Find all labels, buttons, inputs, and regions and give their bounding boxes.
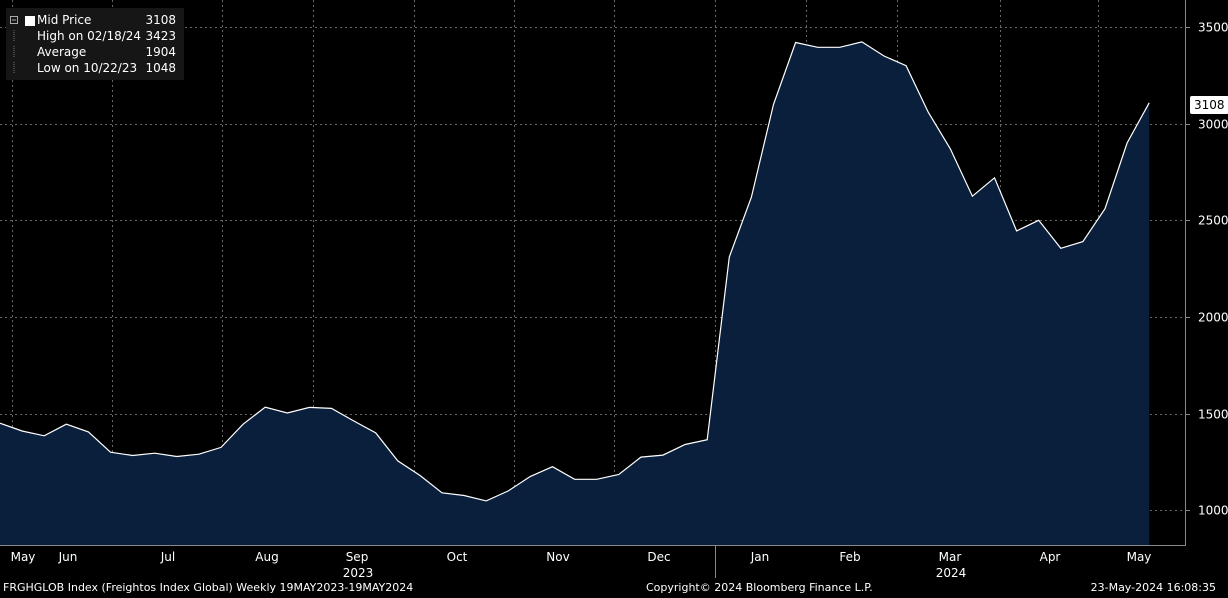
legend-item-low: Low on 10/22/23 1048: [6, 60, 184, 76]
last-value-badge: 3108: [1190, 96, 1228, 114]
legend-label: Mid Price: [37, 13, 92, 27]
legend-value: 3108: [145, 13, 176, 27]
legend-item-high: High on 02/18/24 3423: [6, 28, 184, 44]
legend-label: Low on 10/22/23: [37, 61, 138, 75]
legend-label: Average: [37, 45, 87, 59]
y-tick-label: 2000: [1198, 311, 1228, 325]
x-tick-label: Jun: [58, 550, 78, 564]
x-tick-label: May: [1127, 550, 1152, 564]
legend-label: High on 02/18/24: [37, 29, 142, 43]
high-marker-icon: [13, 30, 15, 42]
y-tick-label: 2500: [1198, 214, 1228, 228]
year-label: 2023: [343, 566, 374, 580]
x-tick-label: Aug: [255, 550, 278, 564]
series-swatch: [25, 16, 35, 26]
y-tick-label: 3000: [1198, 118, 1228, 132]
x-tick-label: Nov: [546, 550, 569, 564]
price-area: [0, 41, 1150, 546]
legend: Mid Price 3108 High on 02/18/24 3423 Ave…: [6, 8, 184, 80]
footer-copyright: Copyright© 2024 Bloomberg Finance L.P.: [646, 581, 873, 594]
x-tick-label: Apr: [1040, 550, 1061, 564]
price-chart: 1000 1500 2000 2500 3000 3500 May Jun Jul Aug Sep…: [0, 0, 1228, 580]
footer-security: FRGHGLOB Index (Freightos Index Global) …: [3, 581, 414, 594]
footer-timestamp: 23-May-2024 16:08:35: [1090, 581, 1216, 594]
collapse-icon[interactable]: [10, 14, 24, 26]
legend-value: 1904: [145, 45, 176, 59]
y-tick-label: 1000: [1198, 504, 1228, 518]
y-tick-label: 1500: [1198, 408, 1228, 422]
x-tick-label: Feb: [839, 550, 860, 564]
average-marker-icon: [13, 46, 15, 58]
x-axis: May Jun Jul Aug Sep Oct Nov Dec Jan Feb Mar Apr May 2…: [11, 550, 1152, 580]
legend-item-mid-price[interactable]: Mid Price 3108: [6, 12, 184, 28]
year-label: 2024: [936, 566, 967, 580]
x-tick-label: May: [11, 550, 36, 564]
x-tick-label: Mar: [939, 550, 962, 564]
x-tick-label: Sep: [346, 550, 369, 564]
legend-value: 3423: [145, 29, 176, 43]
low-marker-icon: [13, 62, 15, 74]
x-tick-label: Jan: [750, 550, 770, 564]
legend-value: 1048: [145, 61, 176, 75]
y-tick-label: 3500: [1198, 21, 1228, 35]
x-tick-label: Oct: [447, 550, 468, 564]
x-tick-label: Jul: [160, 550, 175, 564]
x-tick-label: Dec: [647, 550, 670, 564]
legend-item-average: Average 1904: [6, 44, 184, 60]
